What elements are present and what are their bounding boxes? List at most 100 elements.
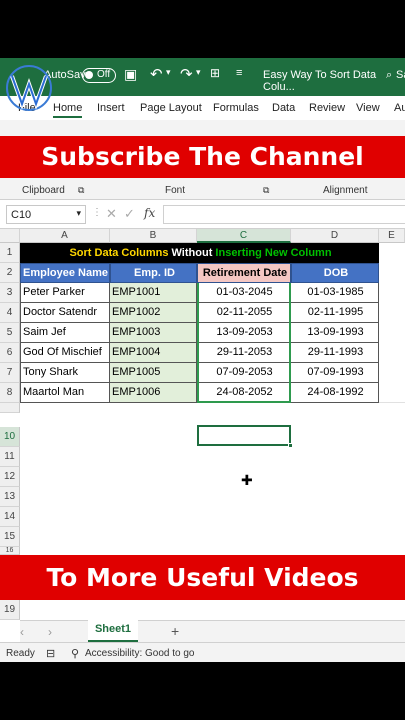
tab-view[interactable]: View — [356, 102, 380, 114]
sheet-tab-sheet1[interactable]: Sheet1 — [88, 620, 138, 642]
cell-employee-name[interactable]: Tony Shark — [20, 363, 110, 383]
subscribe-banner: Subscribe The Channel — [0, 136, 405, 178]
cell-retirement-date[interactable]: 07-09-2053 — [197, 363, 291, 383]
font-launcher-icon[interactable]: ⧉ — [263, 185, 269, 196]
row-header-5[interactable]: 5 — [0, 323, 20, 343]
cell-dob[interactable]: 29-11-1993 — [291, 343, 379, 363]
scroll-left-icon[interactable]: ‹ — [20, 625, 24, 639]
cell-dob[interactable]: 01-03-1985 — [291, 283, 379, 303]
row-header-6[interactable]: 6 — [0, 343, 20, 363]
cell-emp-id[interactable]: EMP1001 — [110, 283, 197, 303]
title-part-yellow: Sort Data Columns — [69, 247, 169, 259]
sheet-title-cell[interactable]: Sort Data Columns Without Inserting New … — [20, 243, 379, 263]
cell-dob[interactable]: 13-09-1993 — [291, 323, 379, 343]
tab-review[interactable]: Review — [309, 102, 345, 114]
save-icon[interactable]: ▣ — [124, 66, 137, 83]
quick-access-icon[interactable]: ⊞ — [210, 66, 220, 80]
tab-page-layout[interactable]: Page Layout — [140, 102, 202, 114]
cell-retirement-date[interactable]: 13-09-2053 — [197, 323, 291, 343]
cell-retirement-date[interactable]: 24-08-2052 — [197, 383, 291, 403]
row-header-15[interactable]: 15 — [0, 527, 20, 547]
scroll-right-icon[interactable]: › — [48, 625, 52, 639]
customize-toolbar-icon[interactable]: ≡ — [236, 67, 242, 79]
column-header-a[interactable]: A — [20, 229, 110, 243]
cell-employee-name[interactable]: God Of Mischief — [20, 343, 110, 363]
macro-record-icon[interactable]: ⊟ — [46, 647, 55, 660]
row-header-12[interactable]: 12 — [0, 467, 20, 487]
row-header-16[interactable]: 16 — [0, 547, 20, 555]
row-header-3[interactable]: 3 — [0, 283, 20, 303]
name-box[interactable]: C10 ▾ — [6, 205, 86, 224]
insert-function-icon[interactable]: fx — [144, 206, 155, 220]
tab-insert[interactable]: Insert — [97, 102, 125, 114]
row-header-7[interactable]: 7 — [0, 363, 20, 383]
formula-input[interactable] — [163, 205, 405, 224]
clipboard-group-label: Clipboard — [22, 185, 65, 196]
row-header-8[interactable]: 8 — [0, 383, 20, 403]
cell-emp-id[interactable]: EMP1005 — [110, 363, 197, 383]
column-header-b[interactable]: B — [110, 229, 197, 243]
cell-employee-name[interactable]: Saim Jef — [20, 323, 110, 343]
fill-handle[interactable] — [288, 443, 293, 448]
cell-dob[interactable]: 24-08-1992 — [291, 383, 379, 403]
row-header-13[interactable]: 13 — [0, 487, 20, 507]
row-header-14[interactable]: 14 — [0, 507, 20, 527]
cell-emp-id[interactable]: EMP1006 — [110, 383, 197, 403]
cell-emp-id[interactable]: EMP1002 — [110, 303, 197, 323]
add-sheet-button[interactable]: + — [171, 623, 179, 639]
row-header-19[interactable]: 19 — [0, 600, 20, 620]
row-header-9[interactable] — [0, 403, 20, 413]
autosave-toggle[interactable]: Off — [82, 68, 116, 83]
name-box-dropdown-icon[interactable]: ▾ — [76, 208, 81, 219]
undo-dropdown-icon[interactable]: ▾ — [166, 67, 171, 78]
row-header-10[interactable]: 10 — [0, 427, 20, 447]
cell-retirement-date[interactable]: 02-11-2055 — [197, 303, 291, 323]
row-header-1[interactable]: 1 — [0, 243, 20, 263]
cell-emp-id[interactable]: EMP1004 — [110, 343, 197, 363]
mouse-cursor-icon: ✚ — [241, 472, 253, 488]
cell-emp-id[interactable]: EMP1003 — [110, 323, 197, 343]
bottom-black-area — [0, 662, 405, 720]
cell-dob[interactable]: 07-09-1993 — [291, 363, 379, 383]
row-header-2[interactable]: 2 — [0, 263, 20, 283]
header-employee-name[interactable]: Employee Name — [20, 263, 110, 283]
row-header-4[interactable]: 4 — [0, 303, 20, 323]
accessibility-status[interactable]: Accessibility: Good to go — [85, 648, 195, 659]
cancel-icon[interactable]: ✕ — [106, 206, 117, 222]
header-emp-id[interactable]: Emp. ID — [110, 263, 197, 283]
accessibility-icon[interactable]: ⚲ — [71, 647, 79, 660]
column-header-d[interactable]: D — [291, 229, 379, 243]
title-search-icon[interactable]: ⌕ — [386, 69, 392, 82]
redo-icon[interactable]: ↷ — [180, 65, 193, 83]
tab-data[interactable]: Data — [272, 102, 295, 114]
tab-more[interactable]: Au — [394, 102, 405, 114]
enter-icon[interactable]: ✓ — [124, 206, 135, 222]
cell-employee-name[interactable]: Maartol Man — [20, 383, 110, 403]
cell-employee-name[interactable]: Peter Parker — [20, 283, 110, 303]
cell-dob[interactable]: 02-11-1995 — [291, 303, 379, 323]
worksheet-grid: A B C D E 1 2 3 4 5 6 7 8 10 11 12 13 14… — [0, 229, 405, 555]
cell-retirement-date[interactable]: 29-11-2053 — [197, 343, 291, 363]
column-header-c[interactable]: C — [197, 229, 291, 243]
selected-cell-c10[interactable] — [197, 425, 293, 448]
font-group-label: Font — [165, 185, 186, 196]
column-e-cells[interactable] — [379, 263, 405, 403]
ribbon-group-labels: Clipboard ⧉ Font ⧉ Alignment — [0, 178, 405, 200]
toggle-label: Off — [97, 69, 111, 80]
more-options-icon[interactable]: ⋮ — [92, 207, 102, 218]
undo-icon[interactable]: ↶ — [150, 65, 163, 83]
row-header-11[interactable]: 11 — [0, 447, 20, 467]
header-dob[interactable]: DOB — [291, 263, 379, 283]
redo-dropdown-icon[interactable]: ▾ — [196, 67, 201, 78]
tab-formulas[interactable]: Formulas — [213, 102, 259, 114]
useful-videos-banner: To More Useful Videos — [0, 555, 405, 600]
status-bar: Ready ⊟ ⚲ Accessibility: Good to go — [0, 642, 405, 662]
clipboard-launcher-icon[interactable]: ⧉ — [78, 185, 84, 196]
header-retirement-date[interactable]: Retirement Date — [197, 263, 291, 283]
tab-home[interactable]: Home — [53, 102, 83, 118]
column-header-e[interactable]: E — [379, 229, 405, 243]
cell-retirement-date[interactable]: 01-03-2045 — [197, 283, 291, 303]
select-all-corner[interactable] — [0, 229, 20, 243]
cell-employee-name[interactable]: Doctor Satendr — [20, 303, 110, 323]
document-title: Easy Way To Sort Data Colu... — [263, 69, 377, 93]
